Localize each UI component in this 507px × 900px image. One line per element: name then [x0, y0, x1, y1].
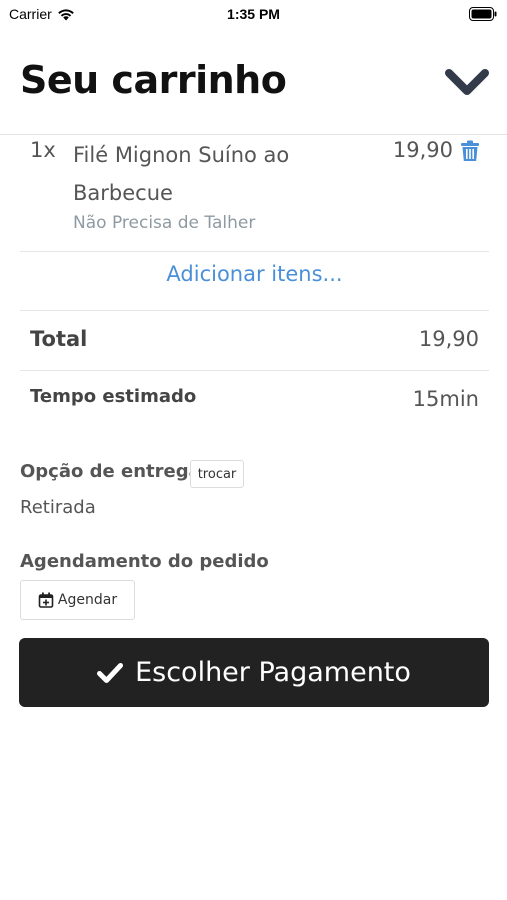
delivery-option-label: Opção de entrega [20, 461, 201, 482]
page-title: Seu carrinho [20, 58, 287, 102]
schedule-label: Agendamento do pedido [20, 551, 269, 572]
status-bar: Carrier 1:35 PM [0, 0, 507, 30]
item-note: Não Precisa de Talher [73, 213, 256, 233]
collapse-button[interactable] [444, 66, 490, 98]
change-delivery-button[interactable]: trocar [190, 460, 244, 488]
chevron-down-icon [445, 69, 489, 95]
divider [20, 251, 489, 252]
delivery-option-value: Retirada [20, 497, 96, 518]
battery-icon [469, 7, 497, 21]
estimated-time-value: 15min [412, 387, 479, 411]
item-name: Filé Mignon Suíno ao Barbecue [73, 143, 290, 205]
check-icon [97, 662, 124, 683]
total-label: Total [30, 327, 88, 351]
status-time: 1:35 PM [227, 6, 280, 22]
header-divider [0, 134, 507, 135]
schedule-button-label: Agendar [57, 592, 118, 608]
choose-payment-label: Escolher Pagamento [135, 657, 411, 688]
total-value: 19,90 [418, 327, 479, 351]
divider [20, 310, 489, 311]
item-price: 19,90 [392, 138, 453, 162]
divider [20, 370, 489, 371]
schedule-button[interactable]: Agendar [20, 580, 135, 620]
cart-item: 1x Filé Mignon Suíno ao Barbecue Não Pre… [20, 136, 489, 250]
calendar-plus-icon [38, 592, 54, 608]
item-quantity: 1x [30, 138, 56, 162]
trash-icon [461, 140, 479, 161]
remove-item-button[interactable] [460, 140, 480, 162]
choose-payment-button[interactable]: Escolher Pagamento [19, 638, 489, 707]
add-items-link[interactable]: Adicionar itens... [20, 262, 489, 286]
estimated-time-label: Tempo estimado [30, 386, 197, 407]
cart-screen: Carrier 1:35 PM Seu carrinho 1x Filé Mig… [0, 0, 507, 900]
